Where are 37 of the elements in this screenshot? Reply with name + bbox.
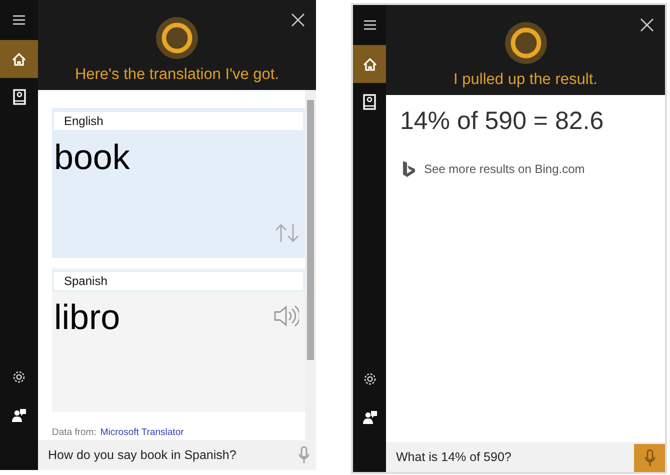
close-button[interactable] [639, 17, 655, 33]
microphone-button[interactable] [634, 444, 665, 472]
bing-logo-icon [402, 160, 416, 178]
close-icon [291, 13, 305, 27]
assistant-message: I pulled up the result. [454, 71, 598, 89]
notebook-icon [362, 94, 377, 110]
source-word: book [53, 137, 131, 178]
close-button[interactable] [290, 12, 306, 28]
search-field[interactable]: How do you say book in Spanish? [38, 440, 316, 470]
menu-icon [11, 13, 27, 27]
result-text: 14% of 590 = 82.6 [400, 107, 605, 136]
attribution-label: Data from: [52, 427, 96, 438]
sidebar-item[interactable] [353, 45, 386, 83]
home-icon [362, 56, 378, 72]
translated-word: libro [53, 297, 120, 338]
feedback-icon [12, 408, 26, 422]
home-icon [11, 52, 27, 66]
feedback-icon [362, 410, 376, 424]
language-field[interactable]: Spanish [52, 270, 305, 292]
speaker-icon[interactable] [273, 304, 299, 328]
close-icon [640, 18, 654, 32]
sidebar-item[interactable] [0, 40, 38, 78]
cortana-ring-icon [504, 21, 548, 65]
settings-icon [362, 372, 376, 386]
microphone-icon [644, 449, 656, 467]
scrollbar-thumb[interactable] [307, 100, 314, 360]
cortana-ring-icon [155, 16, 199, 60]
language-field[interactable]: English [52, 110, 305, 132]
settings-icon [12, 370, 26, 384]
notebook-icon [12, 89, 26, 105]
microphone-icon [298, 446, 310, 464]
assistant-message: Here's the translation I've got. [74, 66, 280, 84]
search-field[interactable]: What is 14% of 590? [386, 442, 665, 472]
menu-icon [362, 18, 378, 32]
bing-results-link[interactable]: See more results on Bing.com [424, 162, 585, 176]
scrollbar[interactable] [305, 90, 316, 440]
translator-link[interactable]: Microsoft Translator [100, 427, 184, 438]
